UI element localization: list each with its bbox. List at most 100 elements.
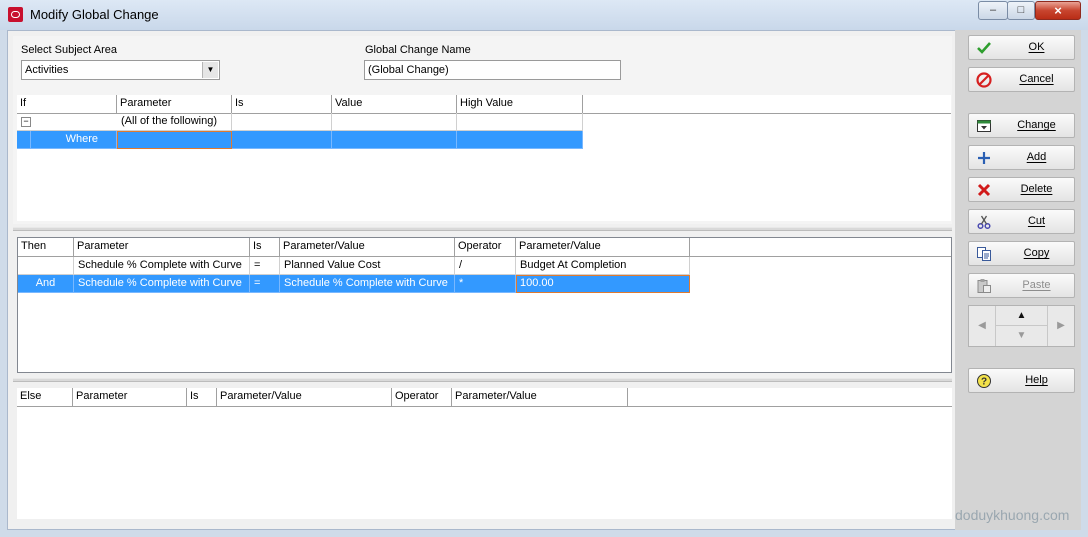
change-name-label: Global Change Name <box>365 44 471 56</box>
paste-icon <box>977 279 991 293</box>
table-row[interactable]: And Schedule % Complete with Curve = Sch… <box>18 275 690 293</box>
column-header[interactable]: Parameter/Value <box>452 388 628 406</box>
move-right-button[interactable]: ▶ <box>1047 306 1074 346</box>
move-up-button[interactable]: ▲ <box>996 306 1047 326</box>
then-grid: Then Parameter Is Parameter/Value Operat… <box>17 237 952 373</box>
table-row[interactable]: − (All of the following) <box>17 113 583 131</box>
column-header[interactable]: Then <box>18 238 74 256</box>
paste-button[interactable]: Paste <box>968 273 1075 298</box>
subject-area-label: Select Subject Area <box>21 44 118 56</box>
column-header[interactable]: Parameter/Value <box>280 238 455 256</box>
then-cell[interactable]: And <box>18 275 74 293</box>
ok-label: OK <box>1028 41 1045 53</box>
cancel-icon <box>976 72 992 88</box>
cut-label: Cut <box>1027 215 1046 227</box>
maximize-button[interactable]: □ <box>1007 1 1035 20</box>
help-button[interactable]: ? Help <box>968 368 1075 393</box>
app-icon <box>8 7 23 22</box>
parameter-cell[interactable]: Schedule % Complete with Curve <box>74 275 250 293</box>
watermark: doduykhuong.com <box>955 507 1070 523</box>
chevron-down-icon[interactable]: ▼ <box>202 62 218 78</box>
column-header[interactable]: Operator <box>392 388 452 406</box>
delete-button[interactable]: Delete <box>968 177 1075 202</box>
splitter[interactable] <box>13 227 952 231</box>
column-header[interactable]: Operator <box>455 238 516 256</box>
if-cell[interactable]: Where <box>31 131 117 149</box>
parameter-value-cell[interactable]: Schedule % Complete with Curve <box>280 275 455 293</box>
copy-icon <box>977 247 991 261</box>
minimize-button[interactable]: – <box>978 1 1008 20</box>
scissors-icon <box>977 215 991 230</box>
checkmark-icon <box>977 42 991 54</box>
high-value-cell[interactable] <box>457 131 583 149</box>
column-header[interactable]: Parameter/Value <box>516 238 690 256</box>
change-icon <box>977 120 991 132</box>
close-button[interactable]: × <box>1035 1 1081 20</box>
column-header[interactable]: Parameter <box>73 388 187 406</box>
collapse-icon[interactable]: − <box>21 117 31 127</box>
parameter-cell[interactable]: Schedule % Complete with Curve <box>74 257 250 275</box>
row-indent <box>17 131 31 149</box>
chevron-left-icon: ◀ <box>978 320 986 331</box>
column-header[interactable]: Is <box>232 95 332 113</box>
subject-area-select[interactable]: Activities ▼ <box>21 60 220 80</box>
splitter[interactable] <box>13 378 952 382</box>
column-header[interactable]: If <box>17 95 117 113</box>
value-cell[interactable] <box>332 131 457 149</box>
chevron-down-icon: ▼ <box>1016 330 1027 341</box>
cancel-button[interactable]: Cancel <box>968 67 1075 92</box>
is-cell[interactable] <box>232 113 332 131</box>
add-label: Add <box>1026 151 1047 163</box>
copy-button[interactable]: Copy <box>968 241 1075 266</box>
if-grid: If Parameter Is Value High Value − (All … <box>17 95 951 221</box>
move-left-button[interactable]: ◀ <box>969 306 996 346</box>
value-cell[interactable] <box>332 113 457 131</box>
title-bar[interactable] <box>0 0 1088 30</box>
change-label: Change <box>1017 119 1056 131</box>
chevron-up-icon: ▲ <box>1016 310 1027 321</box>
is-cell[interactable] <box>232 131 332 149</box>
column-header[interactable]: Is <box>250 238 280 256</box>
column-header[interactable]: Parameter <box>117 95 232 113</box>
is-cell[interactable]: = <box>250 257 280 275</box>
delete-icon <box>977 183 991 197</box>
parameter-cell[interactable]: (All of the following) <box>117 113 232 131</box>
cut-button[interactable]: Cut <box>968 209 1075 234</box>
cancel-label: Cancel <box>1019 73 1054 85</box>
is-cell[interactable]: = <box>250 275 280 293</box>
paste-label: Paste <box>1022 279 1051 291</box>
table-row[interactable]: Schedule % Complete with Curve = Planned… <box>18 257 690 275</box>
add-button[interactable]: Add <box>968 145 1075 170</box>
operator-cell[interactable]: / <box>455 257 516 275</box>
column-header[interactable]: Parameter <box>74 238 250 256</box>
ok-button[interactable]: OK <box>968 35 1075 60</box>
change-name-input[interactable]: (Global Change) <box>364 60 621 80</box>
move-down-button[interactable]: ▼ <box>996 326 1047 346</box>
column-header[interactable]: Is <box>187 388 217 406</box>
plus-icon <box>978 152 990 164</box>
subject-area-value: Activities <box>25 64 69 76</box>
if-grid-header: If Parameter Is Value High Value <box>17 95 951 114</box>
parameter-value-cell[interactable]: 100.00 <box>516 275 690 293</box>
else-grid-header: Else Parameter Is Parameter/Value Operat… <box>17 388 952 407</box>
help-icon: ? <box>977 374 991 388</box>
table-row[interactable]: Where <box>17 131 583 149</box>
delete-label: Delete <box>1020 183 1053 195</box>
operator-cell[interactable]: * <box>455 275 516 293</box>
parameter-value-cell[interactable]: Planned Value Cost <box>280 257 455 275</box>
change-button[interactable]: Change <box>968 113 1075 138</box>
then-grid-header: Then Parameter Is Parameter/Value Operat… <box>18 238 951 257</box>
parameter-value-cell[interactable]: Budget At Completion <box>516 257 690 275</box>
if-cell: − <box>17 113 117 131</box>
help-label: Help <box>1025 374 1048 386</box>
parameter-cell[interactable] <box>117 131 232 149</box>
chevron-right-icon: ▶ <box>1057 320 1065 331</box>
column-header[interactable]: Parameter/Value <box>217 388 392 406</box>
high-value-cell[interactable] <box>457 113 583 131</box>
column-header[interactable]: Value <box>332 95 457 113</box>
column-header[interactable]: Else <box>17 388 73 406</box>
copy-label: Copy <box>1023 247 1050 259</box>
svg-text:?: ? <box>981 377 987 388</box>
column-header[interactable]: High Value <box>457 95 583 113</box>
then-cell[interactable] <box>18 257 74 275</box>
